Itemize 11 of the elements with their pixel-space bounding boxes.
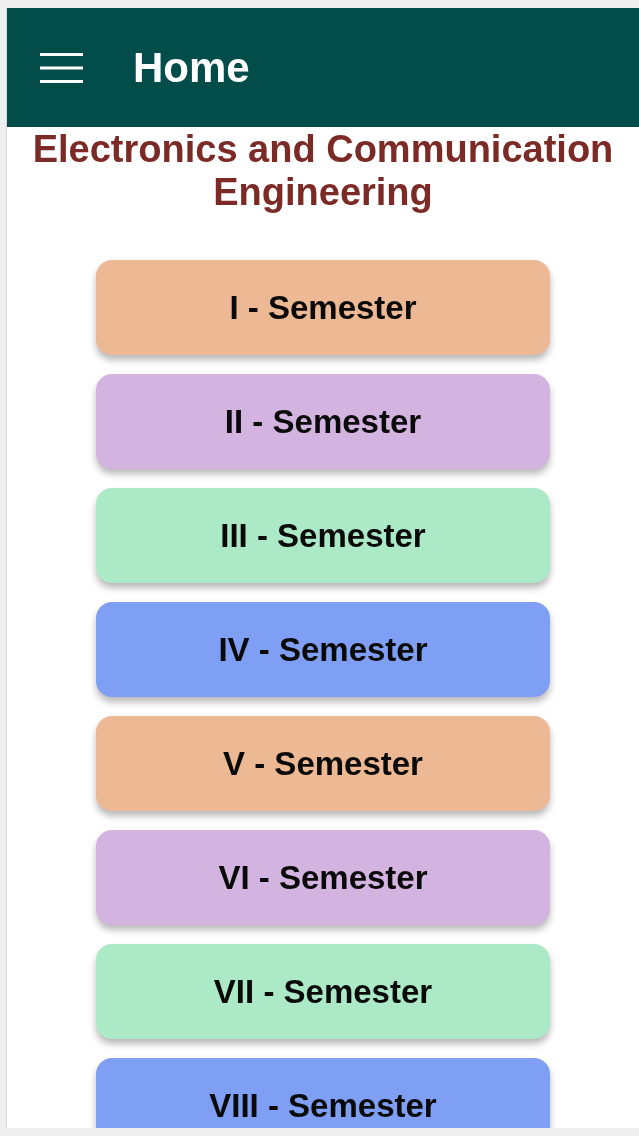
semester-button[interactable]: VIII - Semester (96, 1058, 550, 1128)
semester-button[interactable]: V - Semester (96, 716, 550, 811)
semester-button[interactable]: III - Semester (96, 488, 550, 583)
menu-icon[interactable] (40, 52, 83, 83)
semester-button[interactable]: IV - Semester (96, 602, 550, 697)
semester-button[interactable]: VI - Semester (96, 830, 550, 925)
app-bar-title: Home (133, 42, 250, 93)
semester-button[interactable]: VII - Semester (96, 944, 550, 1039)
semester-button[interactable]: I - Semester (96, 260, 550, 355)
semester-button[interactable]: II - Semester (96, 374, 550, 469)
page-heading: Electronics and Communication Engineering (31, 128, 615, 214)
